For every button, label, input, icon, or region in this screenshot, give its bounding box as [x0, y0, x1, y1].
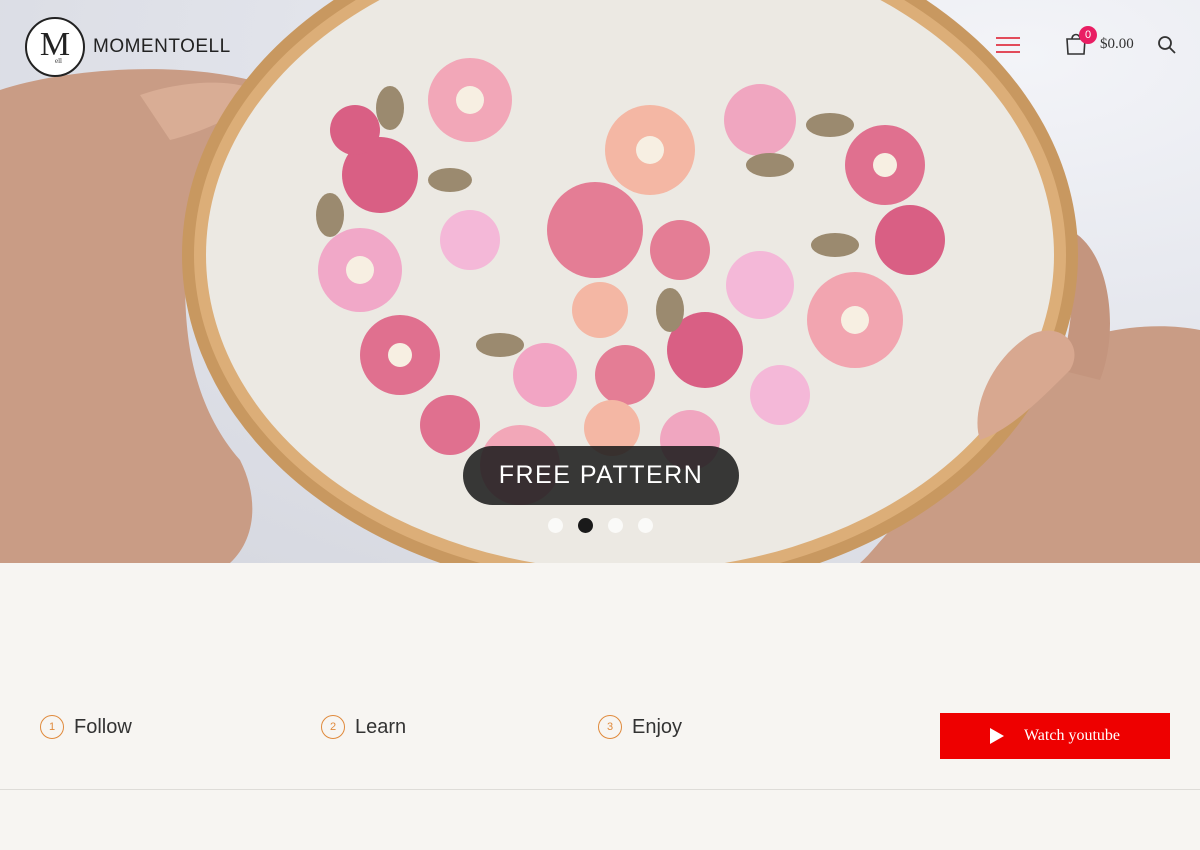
slider-dot-2[interactable] — [578, 518, 593, 533]
watch-youtube-label: Watch youtube — [1023, 727, 1120, 744]
play-icon — [989, 728, 1004, 744]
step-label: Learn — [355, 715, 407, 738]
cart-total[interactable]: $0.00 — [1100, 36, 1134, 53]
slider-dot-1[interactable] — [548, 518, 563, 533]
slider-dot-3[interactable] — [608, 518, 623, 533]
free-pattern-button[interactable]: FREE PATTERN — [463, 446, 739, 505]
step-enjoy: 3 Enjoy — [598, 715, 682, 739]
search-icon[interactable] — [1157, 35, 1177, 55]
step-follow: 1 Follow — [40, 715, 132, 739]
step-number: 2 — [321, 715, 345, 739]
step-label: Enjoy — [632, 715, 683, 738]
cart-count-badge: 0 — [1079, 26, 1097, 44]
hamburger-icon[interactable] — [996, 37, 1020, 54]
step-number: 1 — [40, 715, 64, 739]
site-logo[interactable]: M ell MOMENTOELL — [25, 17, 231, 77]
logo-badge: M ell — [25, 17, 85, 77]
brand-name: MOMENTOELL — [93, 36, 231, 57]
slider-dots — [548, 518, 653, 533]
logo-subtext: ell — [55, 57, 62, 65]
slider-dot-4[interactable] — [638, 518, 653, 533]
steps-section: 1 Follow 2 Learn 3 Enjoy Watch youtube — [0, 563, 1200, 790]
watch-youtube-button[interactable]: Watch youtube — [940, 713, 1170, 759]
step-label: Follow — [74, 715, 132, 738]
step-number: 3 — [598, 715, 622, 739]
step-learn: 2 Learn — [321, 715, 406, 739]
hero-slider: M ell MOMENTOELL 0 $0.00 FREE PATTERN — [0, 0, 1200, 563]
section-divider — [0, 789, 1200, 790]
